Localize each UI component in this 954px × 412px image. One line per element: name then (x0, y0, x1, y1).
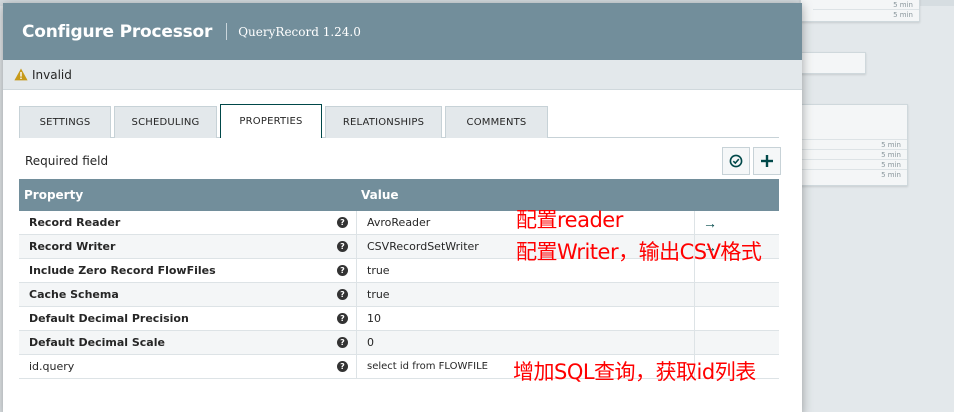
tab-relationships[interactable]: RELATIONSHIPS (325, 106, 442, 138)
canvas-card-lower: 5 min 5 min 5 min 5 min (800, 104, 908, 186)
property-value[interactable]: true (357, 283, 695, 306)
required-field-label: Required field (25, 154, 109, 168)
canvas-row: 5 min (801, 149, 907, 159)
property-name-cell: Default Decimal Precision ? (19, 307, 357, 330)
canvas-card-top: 5 min 5 min (800, 0, 920, 22)
property-name: id.query (29, 360, 75, 373)
dialog-title: Configure Processor (22, 21, 213, 42)
tab-scheduling[interactable]: SCHEDULING (114, 106, 217, 138)
table-row: Record Reader ? AvroReader → (19, 211, 779, 235)
table-row: Default Decimal Precision ? 10 (19, 307, 779, 331)
property-action-cell: → (695, 211, 779, 234)
property-name-cell: Cache Schema ? (19, 283, 357, 306)
property-name: Cache Schema (29, 288, 119, 301)
help-icon[interactable]: ? (337, 289, 348, 300)
property-name: Default Decimal Scale (29, 336, 165, 349)
canvas-row: 5 min (813, 0, 919, 9)
canvas-card-mid (800, 52, 866, 74)
canvas-row: 5 min (801, 139, 907, 149)
processor-type-version: QueryRecord 1.24.0 (238, 24, 361, 39)
canvas-row: 5 min (801, 159, 907, 169)
property-name-cell: Include Zero Record FlowFiles ? (19, 259, 357, 282)
property-name: Record Writer (29, 240, 116, 253)
property-name: Record Reader (29, 216, 121, 229)
column-header-property[interactable]: Property (19, 179, 357, 211)
annotation-writer: 配置Writer，输出CSV格式 (516, 240, 762, 264)
plus-icon (761, 155, 773, 167)
help-icon[interactable]: ? (337, 313, 348, 324)
table-row: Cache Schema ? true (19, 283, 779, 307)
property-name-cell: Record Writer ? (19, 235, 357, 258)
help-icon[interactable]: ? (337, 241, 348, 252)
property-name: Include Zero Record FlowFiles (29, 264, 216, 277)
table-header: Property Value (19, 179, 779, 211)
check-circle-icon (729, 154, 743, 168)
property-value[interactable]: 10 (357, 307, 695, 330)
tab-comments[interactable]: COMMENTS (445, 106, 548, 138)
property-name-cell: Default Decimal Scale ? (19, 331, 357, 354)
property-action-cell (695, 331, 779, 354)
annotation-query: 增加SQL查询，获取id列表 (513, 360, 756, 384)
property-action-cell (695, 283, 779, 306)
tab-settings[interactable]: SETTINGS (19, 106, 111, 138)
header-separator (226, 23, 228, 40)
property-action-cell (695, 307, 779, 330)
property-name: Default Decimal Precision (29, 312, 189, 325)
go-to-service-icon[interactable]: → (703, 216, 717, 230)
dialog-header: Configure Processor QueryRecord 1.24.0 (3, 3, 802, 60)
table-row: Default Decimal Scale ? 0 (19, 331, 779, 355)
property-name-cell: id.query ? (19, 355, 357, 378)
validation-status-bar: Invalid (3, 60, 802, 90)
help-icon[interactable]: ? (337, 217, 348, 228)
annotation-reader: 配置reader (516, 208, 623, 232)
canvas-row: 5 min (801, 169, 907, 179)
tab-properties[interactable]: PROPERTIES (220, 104, 322, 138)
help-icon[interactable]: ? (337, 337, 348, 348)
warning-icon (14, 68, 28, 81)
tab-bar: SETTINGS SCHEDULING PROPERTIES RELATIONS… (19, 104, 551, 138)
properties-table: Property Value Record Reader ? AvroReade… (19, 179, 779, 379)
property-name-cell: Record Reader ? (19, 211, 357, 234)
canvas-row: 5 min (813, 9, 919, 19)
add-property-button[interactable] (753, 147, 781, 175)
help-icon[interactable]: ? (337, 361, 348, 372)
status-text: Invalid (32, 67, 72, 82)
property-value[interactable]: 0 (357, 331, 695, 354)
help-icon[interactable]: ? (337, 265, 348, 276)
verify-properties-button[interactable] (722, 147, 750, 175)
